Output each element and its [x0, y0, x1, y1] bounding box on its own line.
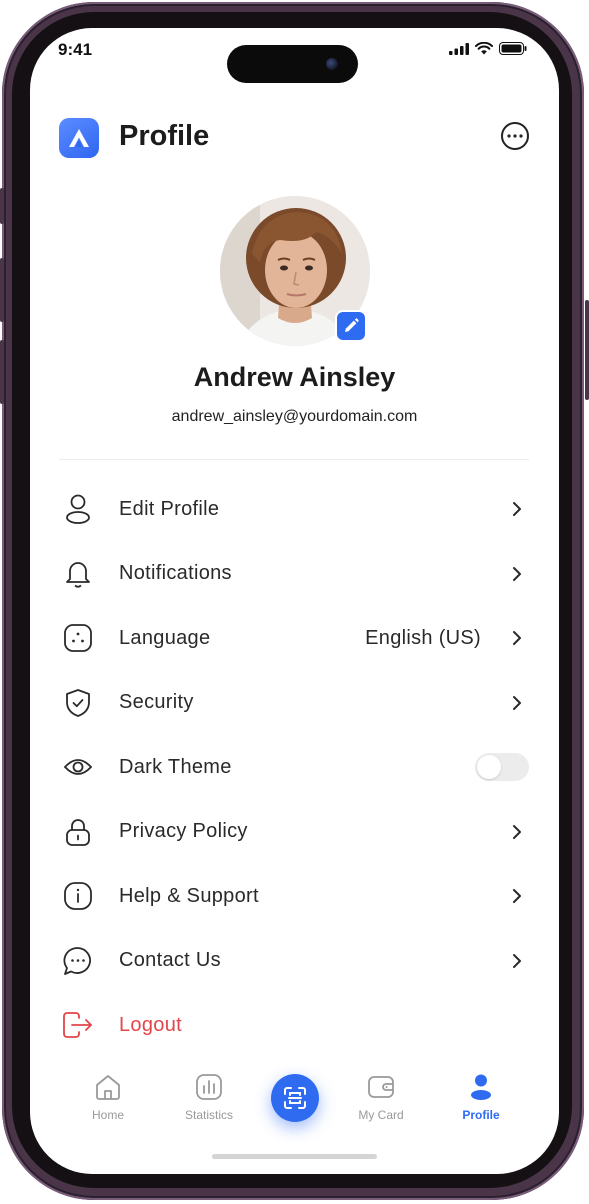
user-icon — [61, 492, 95, 526]
menu-item-label: Edit Profile — [119, 497, 220, 520]
nav-label: Statistics — [184, 1108, 233, 1122]
menu-item-label: Logout — [119, 1013, 182, 1036]
pencil-icon — [345, 318, 359, 332]
nav-label: My Card — [358, 1108, 404, 1122]
menu-item-label: Help & Support — [119, 884, 259, 907]
nav-my-card[interactable]: My Card — [336, 1072, 426, 1122]
menu-item-label: Dark Theme — [119, 755, 232, 778]
bottom-nav: Home Statistics My Card Profile — [30, 1064, 559, 1134]
menu-item-security[interactable]: Security — [59, 671, 529, 736]
menu-item-label: Notifications — [119, 562, 232, 585]
home-indicator[interactable] — [212, 1154, 377, 1159]
nav-statistics[interactable]: Statistics — [164, 1072, 254, 1122]
app-logo-icon — [59, 118, 99, 158]
chevron-right-icon — [505, 820, 529, 844]
eye-icon — [61, 750, 95, 784]
phone-volume-down-button — [0, 340, 4, 404]
menu-item-edit-profile[interactable]: Edit Profile — [59, 477, 529, 542]
menu-item-language[interactable]: Language English (US) — [59, 606, 529, 671]
scan-button[interactable] — [271, 1074, 319, 1122]
nav-profile[interactable]: Profile — [436, 1072, 526, 1122]
page-title: Profile — [119, 120, 210, 152]
divider — [59, 459, 529, 460]
more-options-button[interactable] — [501, 122, 529, 150]
status-time: 9:41 — [58, 40, 93, 59]
nav-label: Profile — [462, 1108, 500, 1122]
user-name: Andrew Ainsley — [193, 362, 396, 392]
status-icons — [449, 42, 527, 55]
wifi-icon — [475, 42, 493, 55]
settings-menu: Edit Profile Notifications Language Engl… — [59, 477, 529, 1058]
language-icon — [61, 621, 95, 655]
language-value: English (US) — [365, 626, 481, 649]
more-icon — [507, 134, 523, 138]
chevron-right-icon — [505, 884, 529, 908]
home-icon — [63, 1072, 153, 1102]
menu-item-contact-us[interactable]: Contact Us — [59, 929, 529, 994]
screen: 9:41 Profile Andrew Ainsley andrew_ainsl… — [30, 28, 559, 1174]
wallet-icon — [336, 1072, 426, 1102]
chevron-right-icon — [505, 691, 529, 715]
chevron-right-icon — [505, 949, 529, 973]
header: Profile — [59, 116, 529, 160]
lock-icon — [61, 815, 95, 849]
user-email: andrew_ainsley@yourdomain.com — [171, 408, 418, 425]
chat-icon — [61, 944, 95, 978]
menu-item-label: Security — [119, 691, 194, 714]
menu-item-help-support[interactable]: Help & Support — [59, 864, 529, 929]
menu-item-label: Privacy Policy — [119, 820, 248, 843]
statistics-icon — [164, 1072, 254, 1102]
nav-home[interactable]: Home — [63, 1072, 153, 1122]
signal-icon — [449, 42, 469, 55]
menu-item-label: Language — [119, 626, 211, 649]
logout-icon — [61, 1008, 95, 1042]
nav-label: Home — [91, 1108, 124, 1122]
dark-theme-toggle[interactable] — [475, 753, 529, 782]
menu-item-privacy-policy[interactable]: Privacy Policy — [59, 800, 529, 865]
shield-icon — [61, 686, 95, 720]
phone-volume-up-button — [0, 258, 4, 322]
dynamic-island — [227, 45, 358, 83]
info-icon — [61, 879, 95, 913]
menu-item-dark-theme: Dark Theme — [59, 735, 529, 800]
edit-avatar-button[interactable] — [335, 310, 367, 342]
menu-item-label: Contact Us — [119, 949, 221, 972]
menu-item-logout[interactable]: Logout — [59, 993, 529, 1058]
battery-icon — [499, 42, 527, 55]
phone-power-button — [585, 300, 589, 400]
toggle-knob — [477, 755, 501, 780]
chevron-right-icon — [505, 626, 529, 650]
chevron-right-icon — [505, 562, 529, 586]
front-camera — [326, 58, 338, 70]
chevron-right-icon — [505, 497, 529, 521]
scan-icon — [284, 1087, 306, 1109]
phone-side-button — [0, 188, 4, 224]
menu-item-notifications[interactable]: Notifications — [59, 542, 529, 607]
bell-icon — [61, 557, 95, 591]
profile-icon — [436, 1072, 526, 1102]
